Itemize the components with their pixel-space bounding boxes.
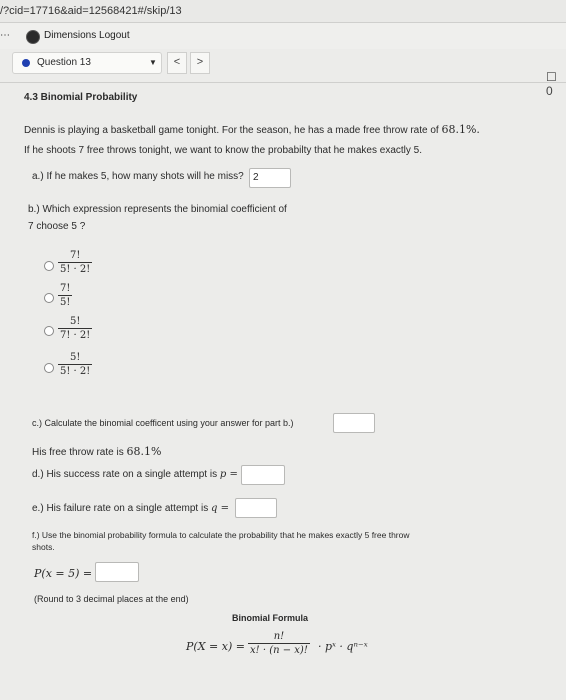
part-f-input[interactable] <box>95 562 139 582</box>
part-e-label: e.) His failure rate on a single attempt… <box>32 503 229 514</box>
part-b-label-2: 7 choose 5 ? <box>28 221 86 232</box>
option-1-fraction[interactable]: 7! 5! · 2! <box>58 250 93 275</box>
option-4-radio[interactable] <box>44 363 54 373</box>
question-selector[interactable]: Question 13 ▼ <box>12 52 162 74</box>
option-3-numerator: 5! <box>69 316 81 327</box>
part-c-input[interactable] <box>333 413 375 433</box>
formula-numerator: n! <box>273 631 285 642</box>
part-a-label: a.) If he makes 5, how many shots will h… <box>32 171 244 182</box>
rounding-note: (Round to 3 decimal places at the end) <box>34 594 189 604</box>
option-4-fraction[interactable]: 5! 5! · 2! <box>58 352 93 377</box>
fraction-bar <box>58 328 93 329</box>
next-question-button[interactable]: > <box>190 52 210 74</box>
option-4-numerator: 5! <box>69 352 81 363</box>
fraction-bar <box>58 364 93 365</box>
previous-question-button[interactable]: < <box>167 52 187 74</box>
option-2-numerator: 7! <box>60 283 71 294</box>
option-3-fraction[interactable]: 5! 7! · 2! <box>58 316 93 341</box>
bookmark-dimensions-logout[interactable]: Dimensions Logout <box>44 23 130 49</box>
part-e-variable: q = <box>210 503 229 514</box>
rate-line-value: 68.1% <box>126 445 162 458</box>
part-d-label: d.) His success rate on a single attempt… <box>32 469 238 480</box>
option-4-denominator: 5! · 2! <box>60 366 91 377</box>
part-d-text: d.) His success rate on a single attempt… <box>32 469 220 480</box>
part-f-expression: P(x = 5) = <box>34 567 93 580</box>
rate-label: His free throw rate is <box>32 447 127 458</box>
bookmarks-bar: ⋯ Dimensions Logout <box>0 23 566 49</box>
part-c-label: c.) Calculate the binomial coefficent us… <box>32 418 294 428</box>
formula-lhs: P(X = x) = <box>186 640 245 653</box>
checkbox-icon[interactable]: ☐ 0 <box>546 70 566 98</box>
part-a-input[interactable]: 2 <box>249 168 291 188</box>
formula-rhs: · pˣ · qⁿ⁻ˣ <box>318 640 368 653</box>
intro-line-1: Dennis is playing a basketball game toni… <box>24 123 480 136</box>
rate-value: 68.1%. <box>441 123 480 136</box>
bookmark-favicon-icon <box>26 30 40 44</box>
fraction-bar <box>58 295 73 296</box>
part-d-variable: p = <box>219 469 238 480</box>
option-3-denominator: 7! · 2! <box>60 330 91 341</box>
option-2-radio[interactable] <box>44 293 54 303</box>
formula-fraction: n! x! · (n − x)! <box>248 631 310 656</box>
option-1-radio[interactable] <box>44 261 54 271</box>
fraction-bar <box>58 262 93 263</box>
part-b-label: b.) Which expression represents the bino… <box>28 204 287 215</box>
rate-line: His free throw rate is 68.1% <box>32 445 161 458</box>
address-bar[interactable]: /?cid=17716&aid=12568421#/skip/13 <box>0 0 566 23</box>
option-3-radio[interactable] <box>44 326 54 336</box>
option-2-denominator: 5! <box>60 297 71 308</box>
intro-line-2: If he shoots 7 free throws tonight, we w… <box>24 145 422 156</box>
more-bookmarks-icon[interactable]: ⋯ <box>0 23 10 49</box>
intro-text: Dennis is playing a basketball game toni… <box>24 125 442 136</box>
section-title: 4.3 Binomial Probability <box>24 92 138 103</box>
part-e-text: e.) His failure rate on a single attempt… <box>32 503 211 514</box>
fraction-bar <box>248 643 310 644</box>
chevron-down-icon: ▼ <box>149 58 157 67</box>
part-f-label: f.) Use the binomial probability formula… <box>32 530 410 540</box>
option-2-fraction[interactable]: 7! 5! <box>58 283 73 308</box>
url-text: /?cid=17716&aid=12568421#/skip/13 <box>0 5 182 17</box>
question-selector-label: Question 13 <box>37 57 91 68</box>
part-f-label-2: shots. <box>32 542 55 552</box>
formula-denominator: x! · (n − x)! <box>250 645 308 656</box>
formula-title: Binomial Formula <box>232 613 309 623</box>
question-status-dot-icon <box>22 59 30 67</box>
part-e-input[interactable] <box>235 498 277 518</box>
option-1-denominator: 5! · 2! <box>60 264 91 275</box>
divider <box>0 82 566 83</box>
option-1-numerator: 7! <box>69 250 81 261</box>
part-d-input[interactable] <box>241 465 285 485</box>
